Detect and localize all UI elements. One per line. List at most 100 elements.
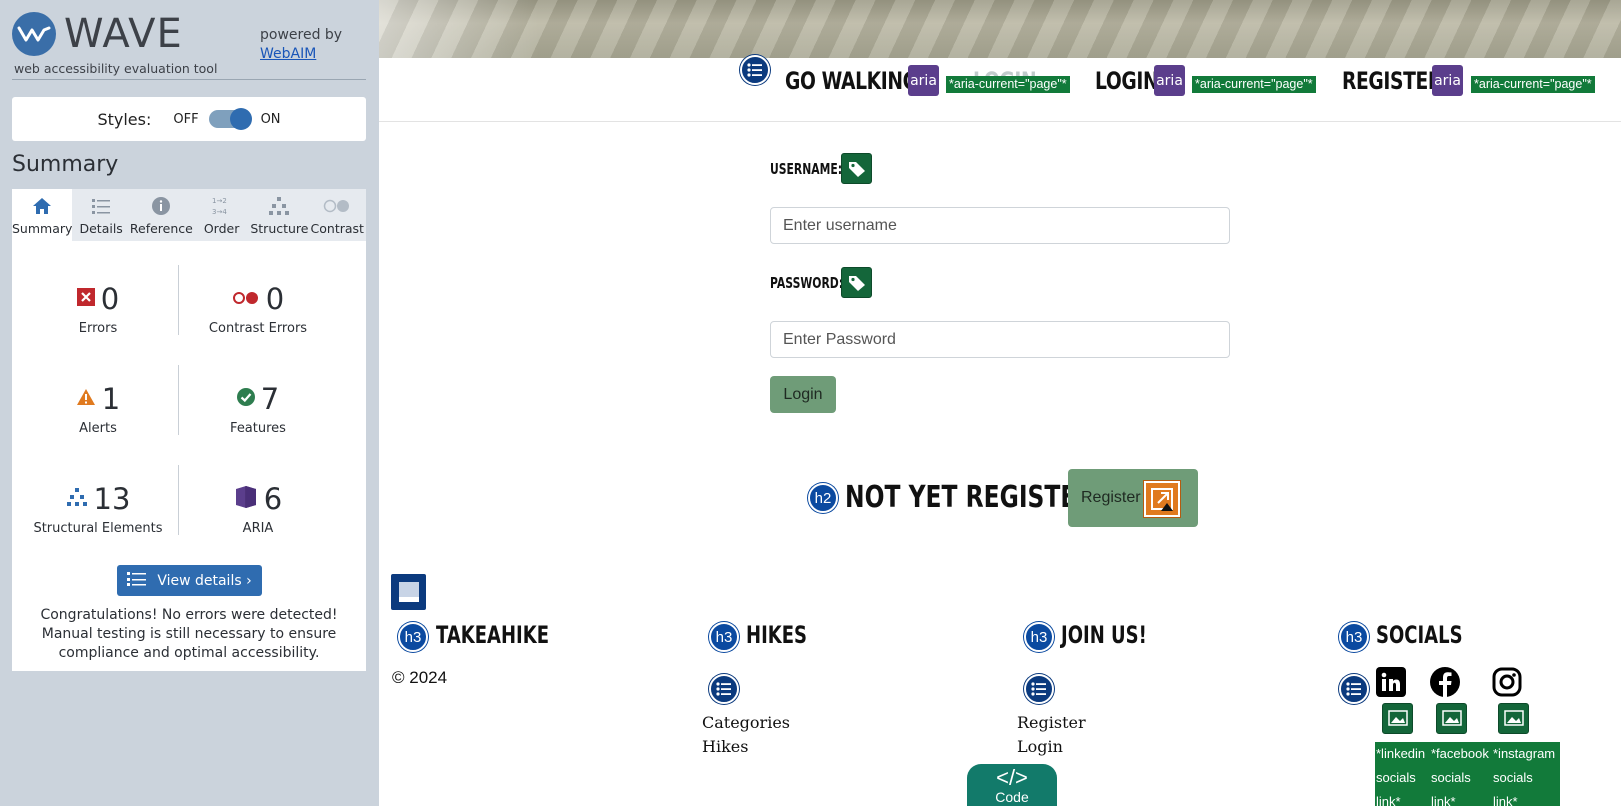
footer-link-hikes[interactable]: Hikes: [702, 735, 748, 759]
summary-heading: Summary: [12, 152, 119, 177]
footer-link-categories[interactable]: Categories: [702, 711, 790, 735]
errors-count: 0: [100, 282, 120, 316]
tab-reference[interactable]: Reference: [130, 189, 193, 241]
facebook-icon[interactable]: [1430, 667, 1460, 697]
aria-icon: aria: [1154, 65, 1185, 96]
contrast-errors-count: 0: [265, 282, 285, 316]
tab-label: Structure: [250, 221, 309, 236]
stat-contrast-errors[interactable]: 0 Contrast Errors: [178, 281, 338, 336]
code-panel-tab[interactable]: </> Code: [967, 764, 1057, 806]
alerts-count: 1: [101, 382, 121, 416]
alt-text-line: link*: [1493, 794, 1518, 806]
tab-contrast[interactable]: Contrast: [309, 189, 366, 241]
alt-text-linkedin: *linkedin socials link*: [1375, 742, 1431, 806]
alt-text-line: *instagram: [1493, 746, 1556, 761]
webaim-link[interactable]: WebAIM: [260, 45, 342, 64]
wave-tabs: Summary Details Reference 1→2 3→4 Order S…: [12, 189, 366, 241]
aria-icon: aria: [1432, 65, 1463, 96]
hero-image: [379, 0, 1621, 58]
aria-icon: aria: [908, 65, 939, 96]
tab-summary[interactable]: Summary: [12, 189, 73, 241]
aria-current-tag: *aria-current="page"*: [946, 76, 1070, 93]
svg-text:1→2: 1→2: [212, 197, 227, 205]
instagram-icon[interactable]: [1492, 667, 1522, 697]
username-input[interactable]: Enter username: [770, 207, 1230, 244]
code-tab-label: Code: [995, 789, 1029, 805]
powered-by-text: powered by: [260, 27, 343, 43]
tab-details[interactable]: Details: [72, 189, 129, 241]
stat-aria[interactable]: 6 ARIA: [178, 481, 338, 536]
structural-count: 13: [93, 482, 131, 516]
alt-text-line: *facebook: [1431, 746, 1489, 761]
features-count: 7: [260, 382, 280, 416]
nav-login[interactable]: LOGIN: [1095, 66, 1159, 96]
home-icon: [12, 195, 72, 217]
aria-current-tag: *aria-current="page"*: [1471, 76, 1595, 93]
tab-label: Contrast: [310, 221, 364, 236]
styles-on-label: ON: [260, 111, 281, 127]
login-button[interactable]: Login: [770, 376, 836, 413]
aria-count: 6: [263, 482, 283, 516]
view-details-button[interactable]: View details ›: [117, 565, 262, 596]
evaluated-page: GO WALKING! aria LOGIN *aria-current="pa…: [379, 0, 1621, 806]
footer-title-join-us: JOIN US!: [1061, 621, 1147, 649]
tab-order[interactable]: 1→2 3→4 Order: [193, 189, 250, 241]
code-icon: </>: [996, 765, 1028, 790]
alt-text-line: socials: [1376, 770, 1416, 785]
alt-text-line: *linkedin: [1376, 746, 1426, 761]
h3-badge: h3: [709, 622, 739, 652]
order-icon: 1→2 3→4: [193, 195, 250, 217]
alert-icon: [76, 388, 96, 410]
styles-toggle-box: Styles: OFF ON: [12, 97, 366, 141]
tab-label: Summary: [12, 221, 73, 236]
tab-label: Order: [203, 221, 240, 236]
toggle-knob[interactable]: [229, 108, 252, 130]
list-icon: [709, 674, 739, 704]
stat-features[interactable]: 7 Features: [178, 381, 338, 436]
stat-errors[interactable]: 0 Errors: [18, 281, 178, 336]
copyright: © 2024: [392, 668, 448, 687]
styles-toggle[interactable]: [208, 108, 252, 130]
congrats-message: Congratulations! No errors were detected…: [40, 607, 338, 661]
alert-new-window-icon: [1144, 481, 1180, 517]
footer-link-register[interactable]: Register: [1017, 711, 1086, 735]
features-label: Features: [230, 421, 286, 436]
alt-text-line: link*: [1376, 794, 1401, 806]
password-input[interactable]: Enter Password: [770, 321, 1230, 358]
info-icon: [130, 195, 193, 217]
contrast-icon: [309, 195, 366, 217]
error-icon: [76, 288, 95, 310]
footer-title-socials: SOCIALS: [1376, 621, 1463, 649]
list-icon: [740, 55, 770, 85]
wave-logo-icon: [12, 12, 56, 56]
footer-link-login[interactable]: Login: [1017, 735, 1063, 759]
register-button-label: Register: [1081, 489, 1141, 506]
svg-text:3→4: 3→4: [212, 208, 227, 216]
footer-title-takeahike: TAKEAHIKE: [436, 621, 549, 649]
contrast-error-icon: [232, 290, 260, 309]
linkedin-icon[interactable]: [1376, 667, 1406, 697]
tab-label: Reference: [129, 221, 193, 236]
alerts-label: Alerts: [79, 421, 117, 436]
powered-by: powered by WebAIM: [260, 26, 342, 64]
password-label: PASSWORD:: [770, 274, 844, 292]
h3-badge: h3: [1024, 622, 1054, 652]
errors-label: Errors: [78, 321, 118, 336]
view-details-label: View details ›: [157, 572, 252, 589]
nav-register[interactable]: REGISTER: [1342, 66, 1442, 96]
footer-title-hikes: HIKES: [746, 621, 807, 649]
tab-structure[interactable]: Structure: [250, 189, 309, 241]
structure-icon: [250, 195, 308, 217]
linked-image-icon: [1382, 703, 1413, 734]
alt-text-instagram: *instagram socials link*: [1492, 742, 1560, 806]
aria-cube-icon: [234, 485, 258, 513]
structure-icon: [66, 487, 88, 511]
stat-alerts[interactable]: 1 Alerts: [18, 381, 178, 436]
navbar: GO WALKING! aria LOGIN *aria-current="pa…: [379, 55, 1621, 122]
stat-structural[interactable]: 13 Structural Elements: [18, 481, 178, 536]
nav-go-walking[interactable]: GO WALKING!: [785, 66, 926, 96]
form-label-icon: [841, 153, 872, 184]
h2-badge: h2: [808, 483, 838, 513]
alt-text-line: socials: [1431, 770, 1471, 785]
contrast-errors-label: Contrast Errors: [208, 321, 308, 336]
